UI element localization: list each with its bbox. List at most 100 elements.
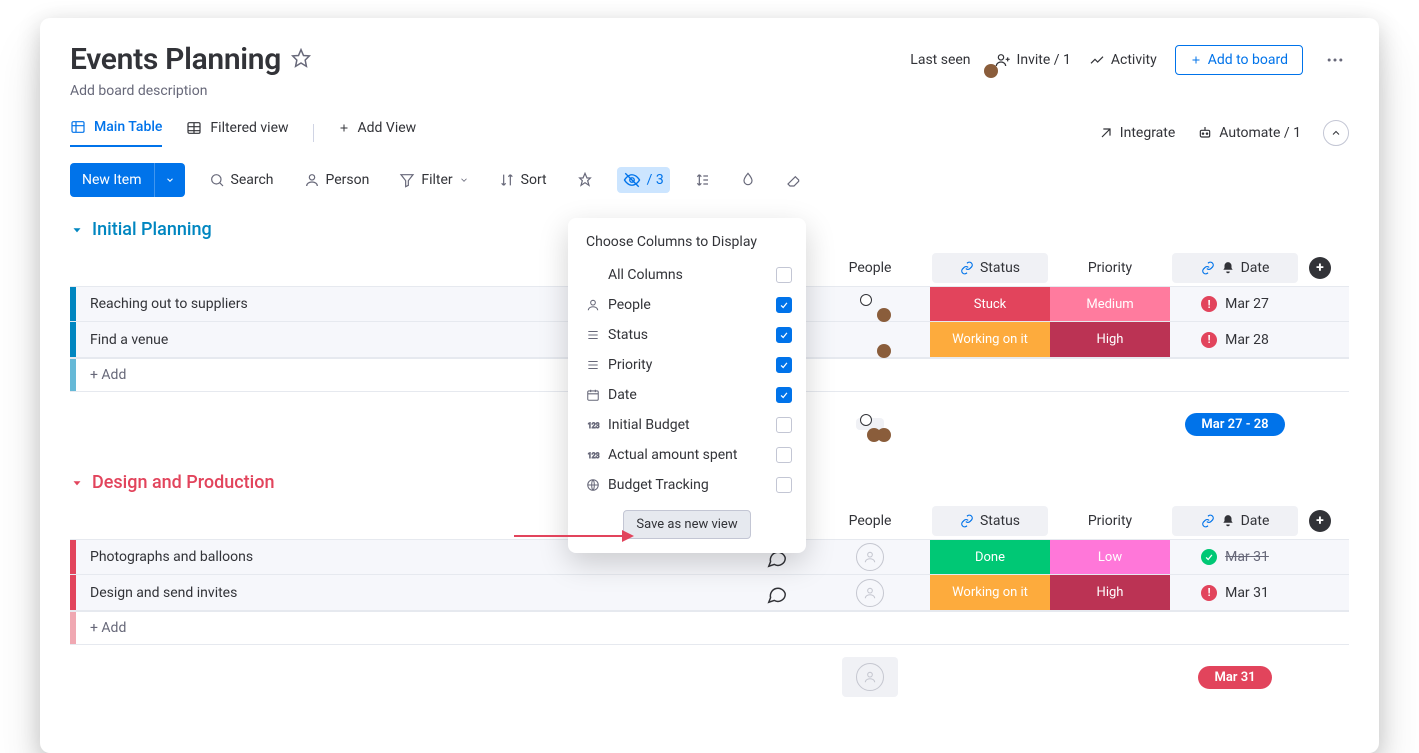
calendar-icon xyxy=(586,388,600,402)
activity-button[interactable]: Activity xyxy=(1089,52,1157,68)
save-as-new-view-button[interactable]: Save as new view xyxy=(623,510,750,539)
star-icon[interactable] xyxy=(291,48,311,72)
link-icon xyxy=(960,514,974,528)
add-to-board-button[interactable]: Add to board xyxy=(1175,45,1303,75)
column-header-date[interactable]: Date xyxy=(1172,253,1298,283)
eraser-icon xyxy=(786,172,802,188)
priority-cell[interactable]: Medium xyxy=(1050,287,1170,321)
item-name[interactable]: Find a venue xyxy=(76,332,168,348)
date-cell[interactable]: !Mar 28 xyxy=(1170,332,1300,348)
popover-item[interactable]: People xyxy=(586,290,792,320)
table-row[interactable]: Design and send invites Working on it Hi… xyxy=(70,575,1349,611)
chevron-down-icon xyxy=(70,223,84,237)
popover-item[interactable]: Budget Tracking xyxy=(586,470,792,500)
popover-checkbox[interactable] xyxy=(776,327,792,343)
numbers-icon: 123 xyxy=(586,448,600,462)
deadline-warning-icon: ! xyxy=(1201,296,1217,312)
person-plus-icon xyxy=(995,52,1011,68)
sort-icon xyxy=(499,172,515,188)
new-item-dropdown[interactable] xyxy=(154,163,185,197)
add-view-button[interactable]: Add View xyxy=(338,120,417,146)
status-cell[interactable]: Working on it xyxy=(930,575,1050,610)
automate-button[interactable]: Automate / 1 xyxy=(1197,125,1301,141)
integrate-button[interactable]: Integrate xyxy=(1098,125,1176,141)
plug-icon xyxy=(1098,125,1114,141)
link-icon xyxy=(960,261,974,275)
item-name[interactable]: Design and send invites xyxy=(76,585,237,601)
people-cell[interactable] xyxy=(856,543,884,571)
search-icon xyxy=(209,172,225,188)
new-item-button[interactable]: New Item xyxy=(70,163,185,197)
people-summary[interactable] xyxy=(810,418,930,430)
home-badge-icon xyxy=(860,414,872,426)
add-column-button[interactable]: + xyxy=(1309,257,1331,279)
date-cell[interactable]: !Mar 31 xyxy=(1170,585,1300,601)
people-cell[interactable] xyxy=(856,579,884,607)
date-cell[interactable]: !Mar 27 xyxy=(1170,296,1300,312)
invite-button[interactable]: Invite / 1 xyxy=(995,52,1071,68)
column-header-status[interactable]: Status xyxy=(932,253,1048,283)
date-value: Mar 31 xyxy=(1225,549,1269,565)
hide-columns-button[interactable]: / 3 xyxy=(617,167,670,193)
column-header-priority[interactable]: Priority xyxy=(1050,513,1170,529)
priority-cell[interactable]: Low xyxy=(1050,540,1170,574)
popover-checkbox[interactable] xyxy=(776,267,792,283)
column-header-people[interactable]: People xyxy=(810,513,930,529)
add-item-row[interactable]: + Add xyxy=(70,611,1349,645)
pin-button[interactable] xyxy=(571,168,599,192)
person-empty-icon xyxy=(856,663,884,691)
deadline-done-icon xyxy=(1201,549,1217,565)
clean-button[interactable] xyxy=(780,168,808,192)
person-filter-button[interactable]: Person xyxy=(298,168,376,192)
popover-checkbox[interactable] xyxy=(776,477,792,493)
activity-icon xyxy=(1089,52,1105,68)
status-cell[interactable]: Done xyxy=(930,540,1050,574)
item-name[interactable]: Photographs and balloons xyxy=(76,549,253,565)
popover-item-label: All Columns xyxy=(608,267,683,283)
popover-item[interactable]: 123Actual amount spent xyxy=(586,440,792,470)
column-header-priority[interactable]: Priority xyxy=(1050,260,1170,276)
popover-checkbox[interactable] xyxy=(776,357,792,373)
status-cell[interactable]: Working on it xyxy=(930,322,1050,357)
height-button[interactable] xyxy=(688,168,716,192)
date-summary-pill[interactable]: Mar 27 - 28 xyxy=(1185,413,1284,436)
activity-label: Activity xyxy=(1111,52,1157,68)
column-header-status[interactable]: Status xyxy=(932,506,1048,536)
popover-item[interactable]: All Columns xyxy=(586,260,792,290)
popover-item[interactable]: Status xyxy=(586,320,792,350)
filter-label: Filter xyxy=(421,172,452,188)
popover-checkbox[interactable] xyxy=(776,417,792,433)
people-summary[interactable] xyxy=(810,657,930,697)
people-icon xyxy=(586,298,600,312)
filter-button[interactable]: Filter xyxy=(393,168,474,192)
popover-item[interactable]: Priority xyxy=(586,350,792,380)
priority-cell[interactable]: High xyxy=(1050,322,1170,357)
popover-checkbox[interactable] xyxy=(776,447,792,463)
tab-filtered-view[interactable]: Filtered view xyxy=(186,120,288,146)
last-seen[interactable]: Last seen xyxy=(910,52,976,68)
board-title[interactable]: Events Planning xyxy=(70,42,281,77)
filter-icon xyxy=(399,172,415,188)
status-cell[interactable]: Stuck xyxy=(930,287,1050,321)
tab-main-table[interactable]: Main Table xyxy=(70,119,162,147)
board-description[interactable]: Add board description xyxy=(70,83,1349,99)
popover-item[interactable]: 123Initial Budget xyxy=(586,410,792,440)
column-header-date[interactable]: Date xyxy=(1172,506,1298,536)
chevron-up-icon xyxy=(1330,127,1342,139)
date-summary-pill[interactable]: Mar 31 xyxy=(1198,666,1271,689)
popover-checkbox[interactable] xyxy=(776,297,792,313)
chat-icon[interactable] xyxy=(766,583,788,609)
item-name[interactable]: Reaching out to suppliers xyxy=(76,296,248,312)
search-button[interactable]: Search xyxy=(203,168,280,192)
column-header-people[interactable]: People xyxy=(810,260,930,276)
separator xyxy=(313,124,314,142)
collapse-header-button[interactable] xyxy=(1323,120,1349,146)
color-button[interactable] xyxy=(734,168,762,192)
more-menu-button[interactable] xyxy=(1321,46,1349,74)
priority-cell[interactable]: High xyxy=(1050,575,1170,610)
date-cell[interactable]: Mar 31 xyxy=(1170,549,1300,565)
add-column-button[interactable]: + xyxy=(1309,510,1331,532)
popover-checkbox[interactable] xyxy=(776,387,792,403)
popover-item[interactable]: Date xyxy=(586,380,792,410)
sort-button[interactable]: Sort xyxy=(493,168,553,192)
